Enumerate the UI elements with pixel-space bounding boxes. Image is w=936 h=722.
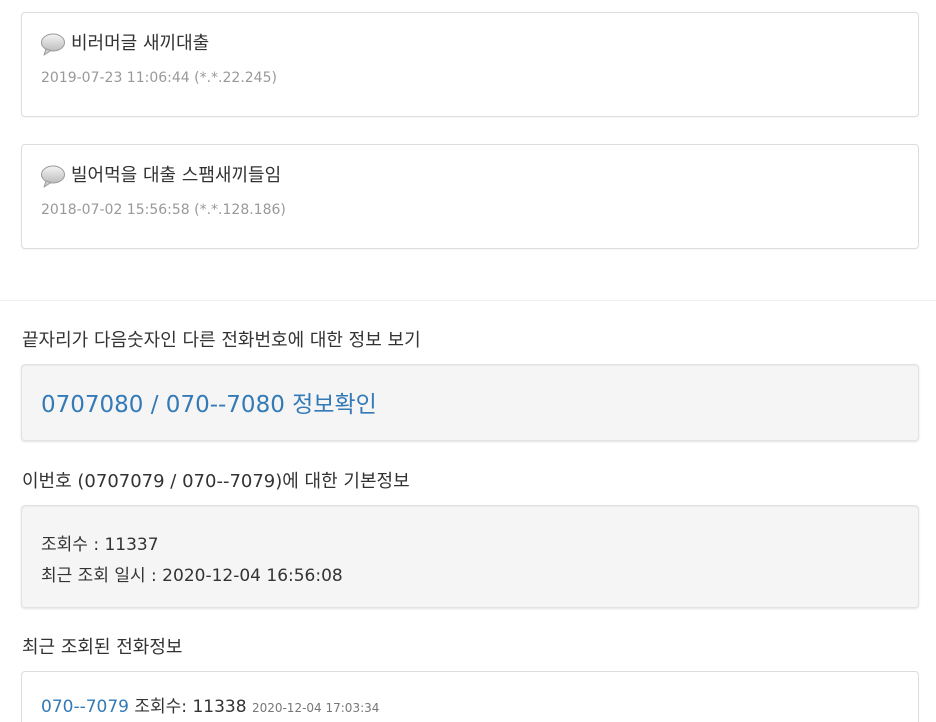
comment-text: 빌어먹을 대출 스팸새끼들임 [71,165,282,186]
similar-number-well: 0707080 / 070--7080 정보확인 [21,364,919,441]
comment-header: 빌어먹을 대출 스팸새끼들임 [40,163,281,189]
view-count: 조회수 : 11337 [41,535,159,555]
section-divider [0,300,936,301]
page: 비러머글 새끼대출 2019-07-23 11:06:44 (*.*.22.24… [0,0,936,722]
recent-timestamp: 2020-12-04 17:03:34 [251,701,380,715]
recent-heading: 최근 조회된 전화정보 [22,637,183,658]
similar-number-heading: 끝자리가 다음숫자인 다른 전화번호에 대한 정보 보기 [22,330,421,351]
comment-card: 비러머글 새끼대출 2019-07-23 11:06:44 (*.*.22.24… [21,12,919,117]
recent-number-link[interactable]: 070--7079 [41,697,129,717]
basic-info-heading: 이번호 (0707079 / 070--7079)에 대한 기본정보 [22,471,410,492]
speech-bubble-icon [40,31,66,57]
speech-bubble-icon [40,163,66,189]
basic-info-well: 조회수 : 11337 최근 조회 일시 : 2020-12-04 16:56:… [21,505,919,608]
recent-view-count: 조회수: 11338 [134,697,247,717]
comment-header: 비러머글 새끼대출 [40,31,209,57]
comment-card: 빌어먹을 대출 스팸새끼들임 2018-07-02 15:56:58 (*.*.… [21,144,919,249]
last-viewed-time: 최근 조회 일시 : 2020-12-04 16:56:08 [41,566,343,586]
list-item: 070--7079 조회수: 11338 2020-12-04 17:03:34 [41,692,379,717]
comment-meta: 2018-07-02 15:56:58 (*.*.128.186) [41,202,286,218]
comment-text: 비러머글 새끼대출 [71,33,210,54]
similar-number-link[interactable]: 0707080 / 070--7080 정보확인 [41,385,377,419]
comment-meta: 2019-07-23 11:06:44 (*.*.22.245) [41,70,277,86]
recent-list: 070--7079 조회수: 11338 2020-12-04 17:03:34 [21,671,919,722]
